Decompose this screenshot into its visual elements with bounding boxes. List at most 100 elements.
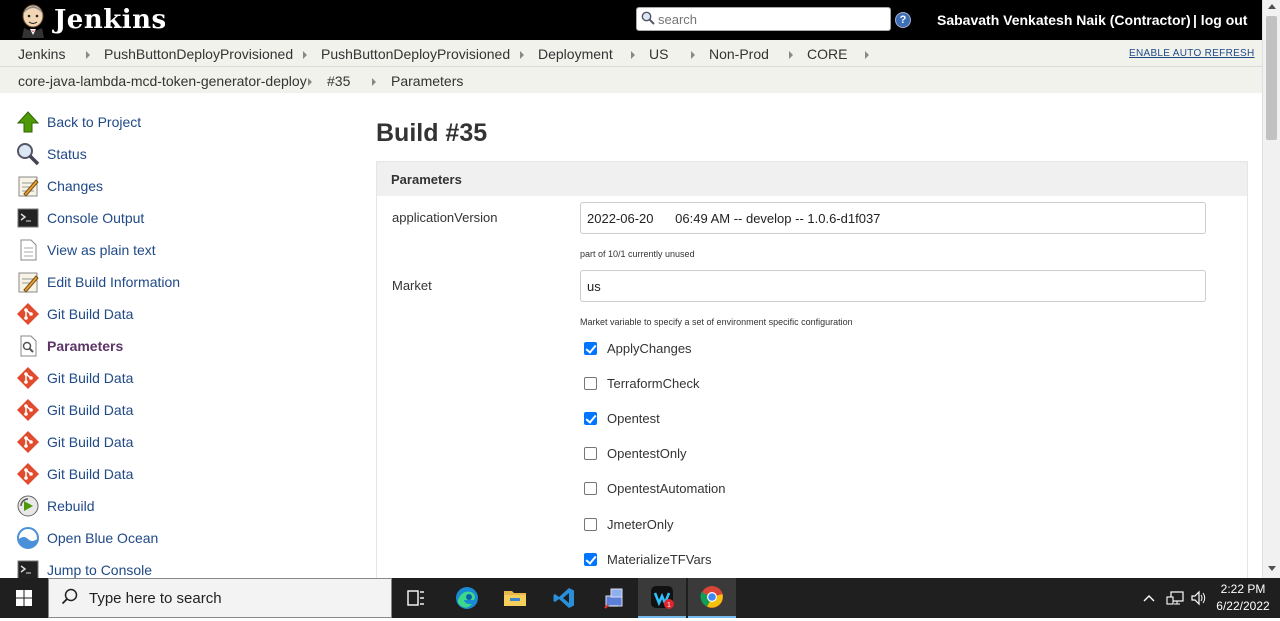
breadcrumb-item[interactable]: Jenkins	[18, 46, 65, 62]
remote-desktop-icon[interactable]	[590, 578, 638, 618]
notification-badge: 1	[667, 602, 671, 609]
volume-icon[interactable]	[1190, 578, 1208, 618]
sidebar-item-git-build-data[interactable]: Git Build Data	[16, 364, 133, 392]
breadcrumb-item[interactable]: Deployment	[538, 46, 613, 62]
chevron-right-icon[interactable]	[308, 78, 312, 86]
edge-browser-icon[interactable]	[443, 578, 491, 618]
help-icon[interactable]: ?	[895, 12, 911, 28]
chevron-right-icon[interactable]	[86, 51, 90, 59]
sidebar-item-changes[interactable]: Changes	[16, 172, 103, 200]
rebuild-icon	[16, 494, 40, 518]
sidebar-item-console-output[interactable]: Console Output	[16, 204, 144, 232]
clock-date: 6/22/2022	[1216, 599, 1270, 613]
scroll-up-arrow-icon[interactable]	[1268, 4, 1276, 9]
search-icon	[641, 11, 655, 28]
breadcrumb-item[interactable]: PushButtonDeployProvisioned	[321, 46, 510, 62]
clock-time: 2:22 PM	[1220, 582, 1266, 596]
checkbox-jmeteronly[interactable]: JmeterOnly	[584, 515, 673, 533]
sidebar-item-open-blue-ocean[interactable]: Open Blue Ocean	[16, 524, 158, 552]
sidebar-item-edit-build-information[interactable]: Edit Build Information	[16, 268, 180, 296]
webex-icon[interactable]: 1	[638, 578, 686, 618]
git-icon	[16, 302, 40, 326]
checkbox-opentestonly[interactable]: OpentestOnly	[584, 444, 687, 462]
breadcrumb-item[interactable]: Parameters	[391, 73, 463, 89]
checkbox[interactable]	[584, 517, 597, 531]
breadcrumb-continued: core-java-lambda-mcd-token-generator-dep…	[0, 67, 1262, 93]
sidebar-item-label: Git Build Data	[47, 466, 134, 482]
breadcrumb-item[interactable]: #35	[327, 73, 350, 89]
application-version-field[interactable]: 2022-06-20 06:49 AM -- develop -- 1.0.6-…	[580, 202, 1206, 234]
checkbox-terraformcheck[interactable]: TerraformCheck	[584, 374, 699, 392]
breadcrumb-item[interactable]: US	[649, 46, 668, 62]
file-explorer-icon[interactable]	[491, 578, 539, 618]
top-header: Jenkins ? Sabavath Venkatesh Naik (Contr…	[0, 0, 1280, 40]
document-icon	[16, 238, 40, 262]
chrome-browser-icon[interactable]	[688, 578, 736, 618]
user-name-link[interactable]: Sabavath Venkatesh Naik (Contractor)	[937, 12, 1191, 28]
sidebar-item-parameters[interactable]: Parameters	[16, 332, 123, 360]
search-input[interactable]	[658, 11, 878, 27]
scrollbar-thumb[interactable]	[1266, 16, 1277, 140]
scroll-down-arrow-icon[interactable]	[1268, 566, 1276, 571]
checkbox-materializetfvars[interactable]: MaterializeTFVars	[584, 550, 712, 568]
vscode-icon[interactable]	[540, 578, 588, 618]
checkbox-opentestautomation[interactable]: OpentestAutomation	[584, 479, 726, 497]
sidebar-item-git-build-data[interactable]: Git Build Data	[16, 300, 133, 328]
checkbox-opentest[interactable]: Opentest	[584, 409, 660, 427]
enable-auto-refresh-link[interactable]: ENABLE AUTO REFRESH	[1129, 48, 1255, 59]
chevron-right-icon[interactable]	[789, 51, 793, 59]
breadcrumb-item[interactable]: CORE	[807, 46, 847, 62]
sidebar-item-label: Open Blue Ocean	[47, 530, 159, 546]
checkbox-label: JmeterOnly	[607, 516, 674, 532]
chevron-right-icon[interactable]	[372, 78, 376, 86]
sidebar-item-label: Parameters	[47, 338, 124, 354]
jenkins-logo[interactable]: Jenkins	[18, 2, 167, 38]
network-icon[interactable]	[1166, 578, 1184, 618]
checkbox[interactable]	[584, 481, 597, 495]
chevron-right-icon[interactable]	[691, 51, 695, 59]
checkbox[interactable]	[584, 376, 597, 390]
page-scrollbar[interactable]	[1262, 0, 1280, 578]
breadcrumb-item[interactable]: Non-Prod	[709, 46, 769, 62]
chevron-up-icon[interactable]	[1143, 578, 1155, 618]
param-label-applicationversion: applicationVersion	[392, 210, 498, 225]
sidebar-item-git-build-data[interactable]: Git Build Data	[16, 460, 133, 488]
taskbar-search-box[interactable]: Type here to search	[48, 578, 392, 618]
chevron-right-icon[interactable]	[303, 51, 307, 59]
git-icon	[16, 398, 40, 422]
checkbox-applychanges[interactable]: ApplyChanges	[584, 339, 692, 357]
up-arrow-icon	[16, 110, 40, 134]
breadcrumb-item[interactable]: core-java-lambda-mcd-token-generator-dep…	[18, 73, 307, 89]
sidebar-item-label: Git Build Data	[47, 434, 134, 450]
sidebar-item-git-build-data[interactable]: Git Build Data	[16, 396, 133, 424]
sidebar-item-back-to-project[interactable]: Back to Project	[16, 108, 141, 136]
checkbox[interactable]	[584, 341, 597, 355]
sidebar-item-label: Git Build Data	[47, 370, 134, 386]
sidebar-item-rebuild[interactable]: Rebuild	[16, 492, 94, 520]
sidebar-item-label: View as plain text	[47, 242, 156, 258]
logout-link[interactable]: | log out	[1193, 12, 1247, 28]
git-icon	[16, 366, 40, 390]
sidebar-item-view-as-plain-text[interactable]: View as plain text	[16, 236, 156, 264]
sidebar-item-git-build-data[interactable]: Git Build Data	[16, 428, 133, 456]
market-field[interactable]: us	[580, 270, 1206, 302]
checkbox[interactable]	[584, 552, 597, 566]
checkbox[interactable]	[584, 411, 597, 425]
chevron-right-icon[interactable]	[865, 51, 869, 59]
notepad-icon	[16, 174, 40, 198]
chevron-right-icon[interactable]	[631, 51, 635, 59]
panel-title: Parameters	[377, 162, 1247, 196]
search-box[interactable]	[636, 7, 891, 31]
sidebar-item-label: Rebuild	[47, 498, 95, 514]
checkbox-label: TerraformCheck	[607, 375, 700, 391]
page-title: Build #35	[376, 119, 488, 147]
system-clock[interactable]: 2:22 PM 6/22/2022	[1210, 581, 1276, 615]
windows-taskbar: Type here to search 1 2:22 PM 6/22/2022	[0, 578, 1280, 618]
jenkins-logo-text: Jenkins	[54, 5, 167, 35]
breadcrumb-item[interactable]: PushButtonDeployProvisioned	[104, 46, 293, 62]
task-view-icon[interactable]	[392, 578, 440, 618]
sidebar-item-status[interactable]: Status	[16, 140, 87, 168]
windows-start-button[interactable]	[0, 578, 48, 618]
chevron-right-icon[interactable]	[520, 51, 524, 59]
checkbox[interactable]	[584, 446, 597, 460]
